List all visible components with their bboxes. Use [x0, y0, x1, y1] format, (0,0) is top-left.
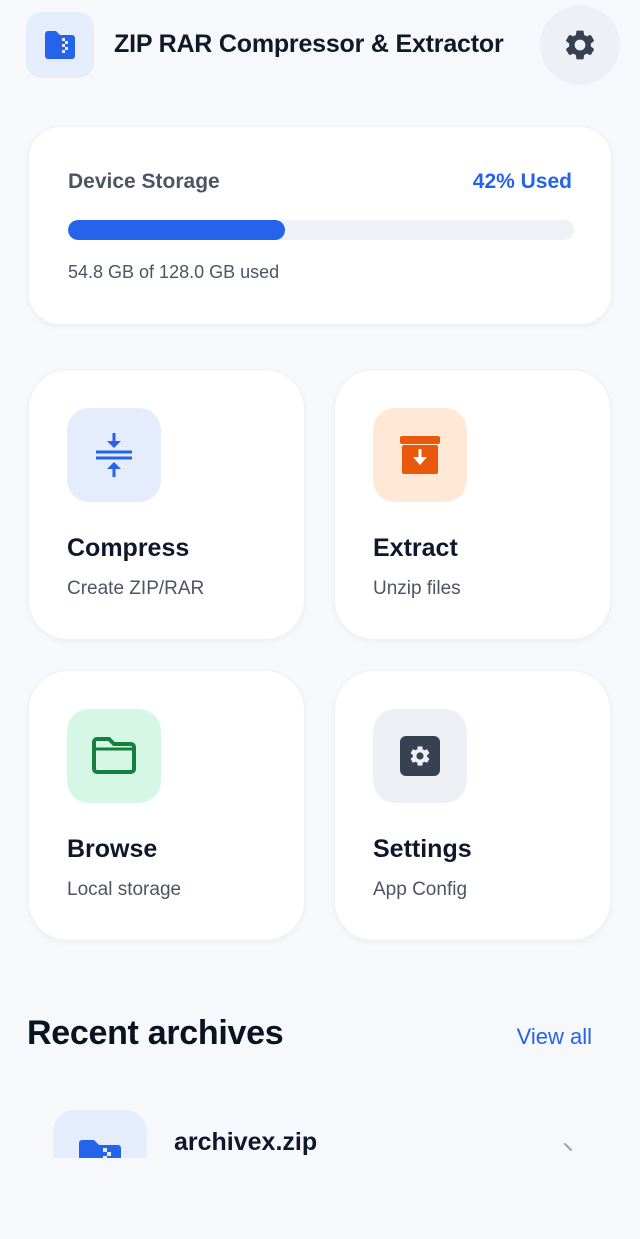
storage-card: Device Storage 42% Used 54.8 GB of 128.0… — [28, 126, 612, 325]
tile-browse[interactable]: Browse Local storage — [28, 670, 305, 941]
tile-extract[interactable]: Extract Unzip files — [334, 369, 611, 640]
compress-arrows-icon — [96, 433, 132, 477]
header-settings-button[interactable] — [540, 5, 620, 85]
tile-settings-subtitle: App Config — [373, 879, 468, 900]
chevron-right-icon — [564, 1143, 572, 1151]
gear-icon — [400, 736, 440, 776]
tile-compress-title: Compress — [67, 534, 190, 562]
folder-icon — [92, 737, 136, 774]
recent-archives-list: archivex.zip — [0, 1090, 640, 1158]
app-logo — [26, 12, 94, 78]
app-header: ZIP RAR Compressor & Extractor — [0, 0, 640, 90]
folder-zip-icon — [79, 1140, 121, 1158]
storage-detail: 54.8 GB of 128.0 GB used — [68, 262, 280, 282]
tile-compress-icon-box — [67, 408, 161, 502]
view-all-link[interactable]: View all — [517, 1024, 592, 1050]
storage-percent: 42% Used — [472, 170, 572, 193]
storage-title: Device Storage — [68, 170, 220, 193]
storage-progress-bar — [68, 220, 574, 240]
tile-compress[interactable]: Compress Create ZIP/RAR — [28, 369, 305, 640]
tile-browse-subtitle: Local storage — [67, 879, 182, 900]
folder-zip-icon — [45, 31, 75, 59]
gear-icon — [565, 30, 595, 60]
recent-item-name: archivex.zip — [174, 1128, 318, 1156]
app-title: ZIP RAR Compressor & Extractor — [114, 30, 504, 58]
recent-archives-title: Recent archives — [27, 1014, 284, 1052]
archive-box-icon — [400, 436, 440, 474]
tile-extract-title: Extract — [373, 534, 458, 562]
tile-extract-subtitle: Unzip files — [373, 578, 461, 599]
tile-browse-icon-box — [67, 709, 161, 803]
tile-settings[interactable]: Settings App Config — [334, 670, 611, 941]
tile-browse-title: Browse — [67, 835, 158, 863]
storage-progress-fill — [68, 220, 285, 240]
tile-extract-icon-box — [373, 408, 467, 502]
tile-settings-title: Settings — [373, 835, 472, 863]
tile-compress-subtitle: Create ZIP/RAR — [67, 578, 205, 599]
tile-settings-icon-box — [373, 709, 467, 803]
recent-item-icon-box — [53, 1110, 147, 1158]
list-item[interactable]: archivex.zip — [0, 1090, 640, 1158]
